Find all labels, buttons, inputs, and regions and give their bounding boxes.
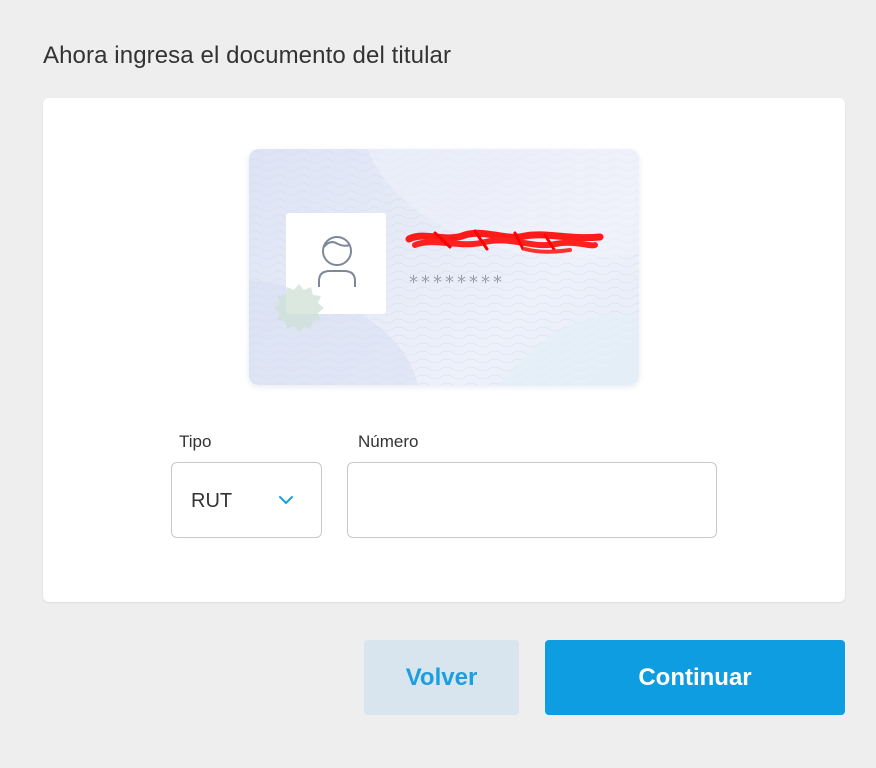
back-button[interactable]: Volver [364,640,519,715]
document-number-input[interactable] [347,462,717,538]
page-title: Ahora ingresa el documento del titular [43,42,452,69]
document-type-select[interactable]: RUT [171,462,322,538]
document-type-value: RUT [191,490,233,512]
continue-button[interactable]: Continuar [545,640,845,715]
numero-label: Número [358,432,419,451]
masked-document-number: ******** [409,272,505,293]
user-avatar-icon [318,236,356,287]
seal-icon [274,284,324,332]
document-form-card: ******** Tipo Número RUT [43,98,845,602]
tipo-label: Tipo [179,432,212,451]
redacted-name [405,229,604,254]
chevron-down-icon [279,496,293,504]
id-card-illustration: ******** [249,149,639,385]
document-entry-page: Ahora ingresa el documento del titular *… [0,0,876,768]
